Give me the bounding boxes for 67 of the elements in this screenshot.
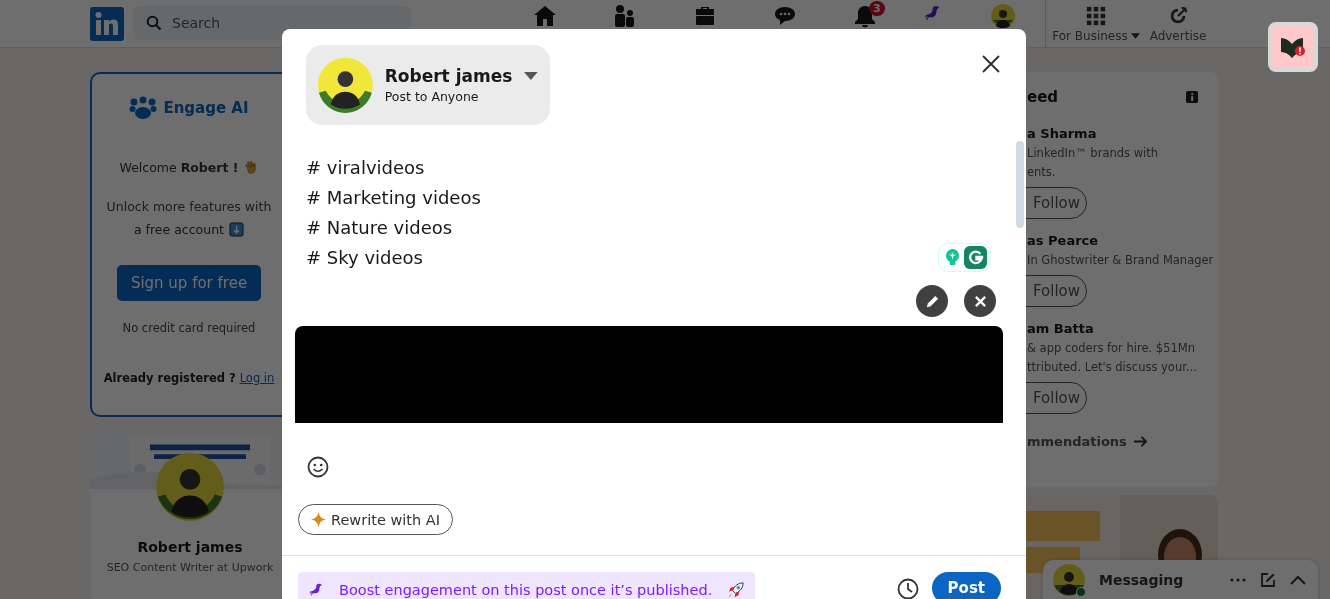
book-alert-icon bbox=[1280, 35, 1306, 59]
rewrite-button[interactable]: Rewrite with AI bbox=[298, 504, 453, 535]
post-button[interactable]: Post bbox=[931, 572, 1001, 599]
arrow-right-icon bbox=[1132, 435, 1148, 448]
person-name[interactable]: as Pearce bbox=[1027, 233, 1099, 248]
lightbulb-icon bbox=[945, 249, 960, 266]
registered-text: Already registered ? bbox=[103, 371, 236, 385]
person-headline: LinkedIn™ brands with bbox=[1027, 146, 1159, 160]
profile-name: Robert james bbox=[137, 539, 243, 555]
advertise-link[interactable]: Advertise bbox=[1146, 0, 1210, 48]
note-text: No credit card required bbox=[122, 321, 256, 335]
unlock-text: Unlock more features with bbox=[106, 199, 272, 214]
chevron-up-icon[interactable] bbox=[1290, 575, 1306, 585]
person-name[interactable]: a Sharma bbox=[1027, 126, 1097, 141]
close-icon bbox=[973, 294, 987, 308]
rocket-icon bbox=[726, 580, 746, 599]
post-text-line: # viralvideos bbox=[306, 156, 425, 180]
person-name[interactable]: am Batta bbox=[1027, 321, 1094, 336]
close-icon bbox=[982, 55, 1000, 73]
more-icon[interactable] bbox=[1230, 578, 1246, 582]
chat-icon[interactable] bbox=[773, 4, 797, 28]
person-headline: ttributed. Let's discuss your... bbox=[1027, 360, 1197, 374]
paw-icon bbox=[129, 96, 158, 120]
signup-button[interactable]: Sign up for free bbox=[116, 265, 262, 301]
caret-icon bbox=[1130, 33, 1140, 39]
unlock-text: a free account bbox=[133, 222, 224, 237]
welcome-text: Welcome Robert ! bbox=[119, 160, 239, 175]
recommendations-link[interactable]: mmendations bbox=[1027, 434, 1127, 449]
avatar bbox=[318, 57, 373, 113]
person-headline: ents. bbox=[1027, 165, 1056, 179]
person-headline: In Ghostwriter & Brand Manager bbox=[1027, 253, 1214, 267]
avatar[interactable] bbox=[991, 4, 1015, 28]
card-title: eed bbox=[1027, 88, 1059, 106]
profile-headline: SEO Content Writer at Upwork bbox=[106, 561, 274, 574]
compose-icon[interactable] bbox=[1260, 572, 1276, 588]
post-text-line: # Sky videos bbox=[306, 246, 423, 270]
avatar bbox=[156, 453, 224, 521]
people-icon[interactable] bbox=[613, 4, 637, 28]
for-business-menu[interactable]: For Business bbox=[1046, 0, 1146, 48]
grammarly-icon bbox=[964, 246, 987, 269]
emoji-icon[interactable] bbox=[307, 456, 329, 478]
author-selector[interactable]: Robert james Post to Anyone bbox=[306, 45, 550, 125]
post-text-line: # Nature videos bbox=[306, 216, 453, 240]
clock-icon[interactable] bbox=[896, 578, 919, 599]
extension-button[interactable] bbox=[1268, 22, 1318, 72]
home-icon[interactable] bbox=[533, 4, 557, 28]
linkedin-logo[interactable] bbox=[90, 7, 124, 41]
remove-button[interactable] bbox=[964, 285, 996, 317]
person-headline: & app coders for hire. $51Mn bbox=[1027, 341, 1195, 355]
waving-hand-icon bbox=[243, 160, 259, 175]
grammarly-widget[interactable] bbox=[938, 243, 991, 272]
caret-icon bbox=[524, 72, 538, 80]
brand-name: Engage AI bbox=[163, 99, 249, 117]
boost-text: Boost engagement on this post once it’s published. bbox=[339, 582, 713, 598]
login-link[interactable]: Log in bbox=[239, 371, 275, 385]
messaging-bar[interactable]: Messaging bbox=[1043, 560, 1318, 599]
grid-icon bbox=[1085, 5, 1107, 27]
edit-button[interactable] bbox=[916, 285, 948, 317]
post-text-line: # Marketing videos bbox=[306, 186, 481, 210]
notification-badge: 3 bbox=[869, 1, 885, 16]
scrollbar[interactable] bbox=[1016, 141, 1024, 228]
pencil-icon bbox=[924, 293, 940, 309]
info-icon[interactable] bbox=[1186, 91, 1198, 103]
sparkle-icon bbox=[311, 512, 326, 527]
avatar bbox=[1053, 564, 1085, 596]
briefcase-icon[interactable] bbox=[693, 4, 717, 28]
boost-banner[interactable]: Boost engagement on this post once it’s published. bbox=[298, 572, 756, 599]
